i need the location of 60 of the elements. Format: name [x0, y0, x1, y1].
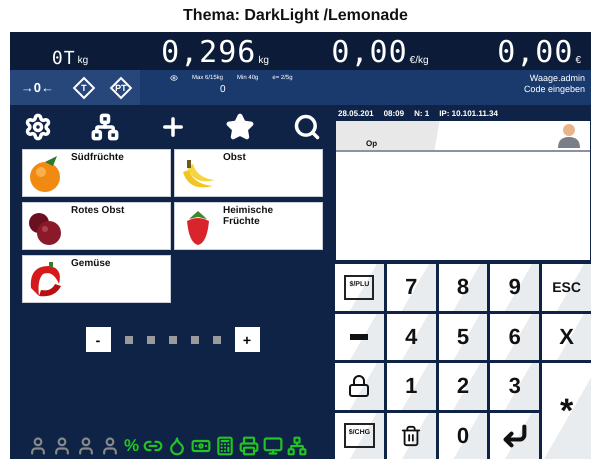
page-indicator[interactable] — [212, 336, 220, 344]
display-value: 0,00 — [331, 38, 408, 68]
zero-key[interactable]: →0← — [20, 80, 54, 95]
keypad-key[interactable]: 1 — [386, 363, 436, 410]
page-indicator[interactable] — [124, 336, 132, 344]
minus-icon — [350, 334, 368, 340]
display-value: 0T — [52, 50, 76, 68]
previous-page-button[interactable]: - — [86, 327, 110, 352]
enter-key[interactable] — [490, 412, 540, 459]
display-unit: kg — [258, 55, 269, 66]
delete-key[interactable] — [386, 412, 436, 459]
keypad-key[interactable]: 5 — [438, 314, 488, 360]
keypad-key[interactable]: 9 — [490, 264, 540, 310]
display-unit: €/kg — [410, 55, 429, 66]
keypad-key[interactable]: X — [542, 314, 591, 360]
code-prompt: Code eingeben — [524, 84, 585, 95]
enter-icon — [500, 422, 529, 450]
user-label: Waage.admin — [530, 73, 585, 83]
keypad-key[interactable]: 4 — [386, 314, 436, 360]
page-indicator[interactable] — [146, 336, 154, 344]
eye-icon — [170, 74, 178, 82]
next-page-button[interactable]: + — [234, 327, 260, 352]
star-icon[interactable] — [226, 113, 254, 141]
category-tile[interactable]: Obst — [174, 149, 323, 197]
ip-label: IP: 10.101.11.34 — [439, 108, 498, 118]
page-indicator[interactable] — [168, 336, 176, 344]
date-label: 28.05.201 — [338, 108, 374, 118]
input-value: 0 — [220, 84, 226, 95]
display-unit: € — [575, 55, 581, 66]
keypad-key[interactable]: 3 — [490, 363, 540, 410]
tare-key[interactable]: PT — [110, 76, 132, 99]
minus-key[interactable] — [335, 314, 384, 360]
trash-icon — [400, 424, 422, 447]
tare-key[interactable]: T — [72, 76, 95, 99]
discount-indicator: % — [124, 436, 140, 456]
display-value: 0,296 — [161, 38, 256, 68]
category-tile[interactable]: Rotes Obst — [22, 202, 171, 250]
keypad-key[interactable]: 7 — [386, 264, 436, 310]
escape-key[interactable]: ESC — [542, 264, 591, 310]
settings-icon[interactable] — [24, 113, 52, 141]
category-tile[interactable]: Heimische Früchte — [174, 202, 323, 250]
counter-label: N: 1 — [414, 108, 430, 118]
lock-key[interactable] — [335, 363, 384, 410]
avatar-icon — [556, 122, 582, 148]
keypad-key[interactable]: 0 — [438, 412, 488, 459]
theme-title: Thema: DarkLight /Lemonade — [182, 6, 409, 26]
display-value: 0,00 — [497, 38, 574, 68]
page-indicator[interactable] — [190, 336, 198, 344]
keypad-key[interactable]: 2 — [438, 363, 488, 410]
time-label: 08:09 — [384, 108, 404, 118]
keypad-key[interactable]: 8 — [438, 264, 488, 310]
category-tile[interactable]: Gemüse — [22, 255, 171, 303]
display-unit: kg — [78, 55, 88, 66]
category-tile[interactable]: Südfrüchte — [22, 149, 171, 197]
multiply-key[interactable]: * — [542, 363, 591, 459]
search-icon[interactable] — [293, 113, 321, 141]
keypad-key[interactable]: 6 — [490, 314, 540, 360]
lock-icon — [347, 374, 372, 398]
network-icon[interactable] — [91, 113, 120, 141]
operator-label: Op — [366, 139, 378, 148]
